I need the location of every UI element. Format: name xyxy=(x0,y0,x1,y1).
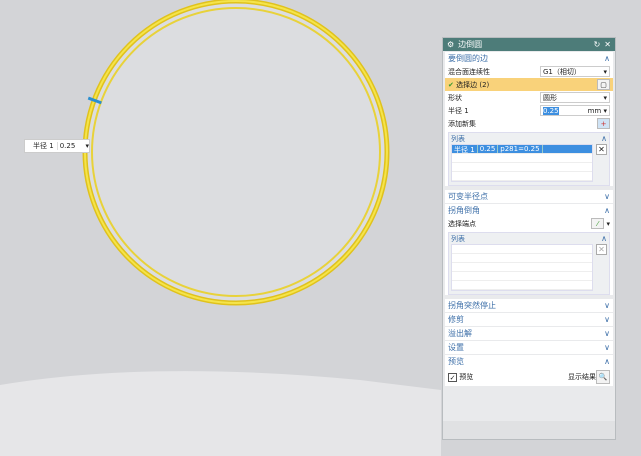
radius-label: 半径 1 xyxy=(448,106,469,115)
radius-list: 列表 ∧ 半径 1 0.25 p281=0.25 ✕ xyxy=(448,132,610,186)
gear-icon: ⚙ xyxy=(447,40,455,49)
chevron-down-icon: ▾ xyxy=(603,106,607,115)
chevron-up-icon[interactable]: ∧ xyxy=(601,234,607,243)
chevron-up-icon[interactable]: ∧ xyxy=(604,54,610,63)
chevron-down-icon[interactable]: ∨ xyxy=(604,192,610,201)
variable-radius-section[interactable]: 可变半径点 xyxy=(448,191,488,202)
chevron-down-icon: ▾ xyxy=(603,67,607,76)
add-set-icon[interactable]: + xyxy=(597,118,610,129)
shape-label: 形状 xyxy=(448,93,462,102)
radius-tooltip-input[interactable]: 0.25 xyxy=(56,142,83,150)
hole-face xyxy=(85,1,387,303)
overflow-section[interactable]: 溢出解 xyxy=(448,328,472,339)
cube-icon[interactable]: ▢ xyxy=(597,79,610,90)
dialog-footer xyxy=(443,421,615,439)
delete-icon[interactable]: ✕ xyxy=(596,244,607,255)
delete-icon[interactable]: ✕ xyxy=(596,144,607,155)
point-picker-icon[interactable]: ⁄ xyxy=(591,218,605,229)
close-icon[interactable]: ✕ xyxy=(604,40,611,49)
radius-input[interactable]: 0.25 mm ▾ xyxy=(540,105,610,116)
select-edge-row[interactable]: ✔ 选择边 (2) ▢ xyxy=(445,78,613,91)
shape-select[interactable]: 圆形 ▾ xyxy=(540,92,610,103)
continuity-label: 混合面连续性 xyxy=(448,67,490,76)
table-row[interactable]: 半径 1 0.25 p281=0.25 xyxy=(452,145,592,154)
chevron-up-icon[interactable]: ∧ xyxy=(601,134,607,143)
settings-section[interactable]: 设置 xyxy=(448,342,464,353)
corner-list: 列表 ∧ ✕ xyxy=(448,232,610,295)
reset-icon[interactable]: ↻ xyxy=(594,40,601,49)
check-icon: ✔ xyxy=(448,80,454,89)
dialog-header: ⚙ 边倒圆 ↻ ✕ xyxy=(443,38,615,51)
chevron-down-icon: ▾ xyxy=(603,93,607,102)
continuity-select[interactable]: G1（相切） ▾ xyxy=(540,66,610,77)
add-set-label: 添加新集 xyxy=(448,119,476,128)
chevron-up-icon[interactable]: ∧ xyxy=(604,206,610,215)
corner-stop-section[interactable]: 拐角突然停止 xyxy=(448,300,496,311)
chevron-up-icon[interactable]: ∧ xyxy=(604,357,610,366)
radius-tooltip[interactable]: 半径 1 0.25 ▾ xyxy=(24,139,90,153)
part-surface xyxy=(0,371,441,456)
chevron-down-icon[interactable]: ▾ xyxy=(85,142,89,150)
edges-section: 要倒圆的边 ∧ 混合面连续性 G1（相切） ▾ ✔ 选择边 (2) ▢ 形状 圆形 ▾ 半径… xyxy=(445,52,613,186)
magnifier-icon[interactable]: 🔍 xyxy=(596,370,610,384)
edge-blend-dialog: ⚙ 边倒圆 ↻ ✕ 要倒圆的边 ∧ 混合面连续性 G1（相切） ▾ ✔ 选择边 (2)… xyxy=(442,37,616,440)
trim-section[interactable]: 修剪 xyxy=(448,314,464,325)
corner-section: 拐角倒角 ∧ 选择端点 ⁄ ▾ 列表 ∧ ✕ xyxy=(445,204,613,295)
preview-section: 预览 ∧ ✓ 预览 显示结果 🔍 xyxy=(445,355,613,386)
preview-checkbox[interactable]: ✓ xyxy=(448,372,457,382)
dialog-title: 边倒圆 xyxy=(458,40,483,49)
section-title: 要倒圆的边 xyxy=(448,54,488,63)
